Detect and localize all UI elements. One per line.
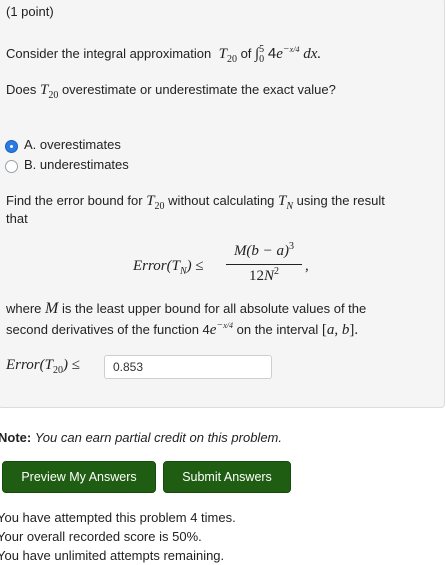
m-symbol: M: [45, 300, 59, 317]
choice-b-label[interactable]: B. underestimates: [24, 157, 129, 172]
remaining-text: You have unlimited attempts remaining.: [0, 548, 225, 563]
second-line-1: second derivatives of the function 4: [6, 322, 210, 337]
note-line: Note: You can earn partial credit on thi…: [0, 430, 282, 445]
error-t20-label: Error(T20) ≤: [6, 357, 80, 376]
note-label: Note:: [0, 430, 32, 445]
integral-statement: Consider the integral approximation T20 …: [6, 44, 321, 65]
radio-overestimates[interactable]: [5, 140, 18, 153]
note-text: You can earn partial credit on this prob…: [34, 430, 282, 445]
question-does: Does: [6, 82, 37, 97]
tn-symbol: TN: [278, 193, 294, 212]
find-text-2: without calculating: [168, 193, 275, 208]
where-line: where M is the least upper bound for all…: [6, 300, 366, 318]
question-rest: overestimate or underestimate the exact …: [61, 82, 336, 97]
answer-input[interactable]: 0.853: [104, 355, 272, 379]
integral-expression: ∫05 4e−x/4 dx.: [255, 44, 322, 65]
t20-symbol: T20: [214, 46, 237, 65]
attempts-text: You have attempted this problem 4 times.: [0, 510, 236, 525]
t20-symbol-2: T20: [39, 82, 59, 101]
t20-symbol-3: T20: [146, 193, 165, 212]
second-deriv-line: second derivatives of the function 4e−x/…: [6, 320, 358, 339]
second-line-2: on the interval: [236, 322, 319, 337]
preview-answers-button[interactable]: Preview My Answers: [2, 461, 156, 493]
find-text-1: Find the error bound for: [6, 193, 143, 208]
error-formula-lhs: Error(TN) ≤: [133, 258, 204, 277]
question-line: Does T20 overestimate or underestimate t…: [6, 82, 336, 101]
choice-a-label[interactable]: A. overestimates: [24, 137, 121, 152]
where-text-1: where: [6, 301, 42, 316]
interval-expression: [a, b].: [321, 322, 359, 338]
find-line: Find the error bound for T20 without cal…: [6, 193, 385, 212]
find-text-3: using the result: [296, 193, 385, 208]
points-label: (1 point): [6, 4, 54, 19]
error-formula-numerator: M(b − a)3: [233, 241, 295, 259]
submit-answers-button[interactable]: Submit Answers: [163, 461, 291, 493]
find-text-that: that: [6, 211, 28, 226]
where-text-2: is the least upper bound for all absolut…: [62, 301, 367, 316]
error-formula-denominator: 12N2: [248, 266, 279, 284]
exp-term: e−x/4: [209, 320, 233, 338]
error-formula-comma: ,: [305, 258, 309, 274]
intro-of: of: [240, 46, 252, 61]
intro-text: Consider the integral approximation: [6, 46, 212, 61]
radio-underestimates[interactable]: [5, 160, 18, 173]
error-formula-fraction-bar: [226, 264, 302, 265]
score-text: Your overall recorded score is 50%.: [0, 529, 202, 544]
